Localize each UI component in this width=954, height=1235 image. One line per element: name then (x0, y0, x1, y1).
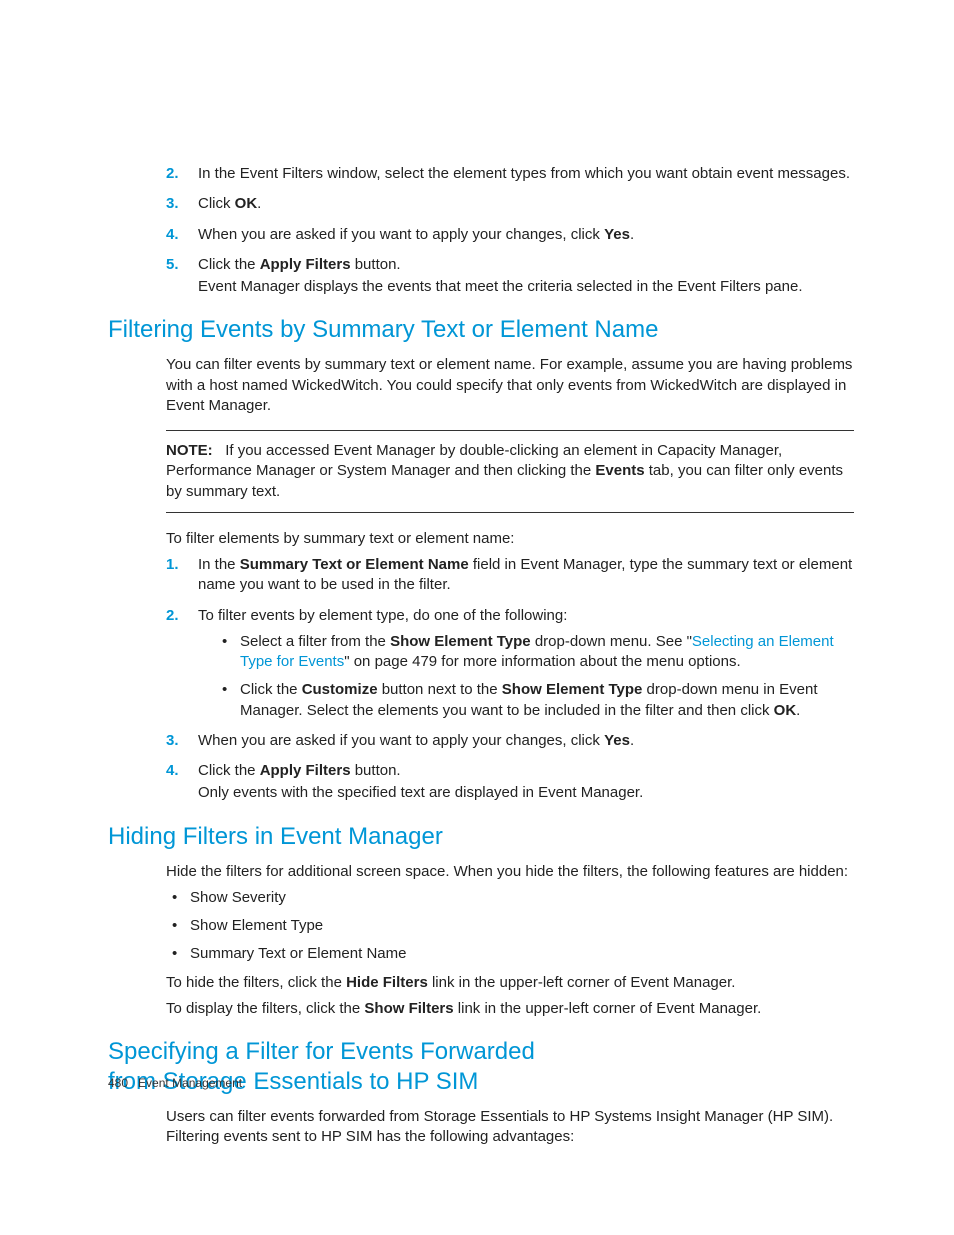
note-block: NOTE: If you accessed Event Manager by d… (166, 430, 854, 513)
intro-paragraph: Users can filter events forwarded from S… (166, 1107, 854, 1148)
step-text: Click the Apply Filters button. (198, 762, 401, 779)
hide-filters-paragraph: To hide the filters, click the Hide Filt… (166, 973, 854, 993)
list-item: Show Element Type (166, 916, 854, 936)
filter-step-4: Click the Apply Filters button. Only eve… (166, 761, 854, 804)
filter-step-3: When you are asked if you want to apply … (166, 731, 854, 751)
step-followup: Event Manager displays the events that m… (198, 277, 854, 297)
lead-text: To filter elements by summary text or el… (166, 529, 854, 549)
step-3: Click OK. (166, 194, 854, 214)
heading-hiding-filters: Hiding Filters in Event Manager (108, 822, 854, 852)
page-number: 480 (108, 1076, 128, 1090)
step-text: Click the Apply Filters button. (198, 256, 401, 273)
note-text: NOTE: If you accessed Event Manager by d… (166, 442, 843, 500)
list-item: Show Severity (166, 888, 854, 908)
step-text: To filter events by element type, do one… (198, 607, 567, 624)
step-5: Click the Apply Filters button. Event Ma… (166, 255, 854, 298)
intro-paragraph: Hide the filters for additional screen s… (166, 862, 854, 882)
page: In the Event Filters window, select the … (0, 0, 954, 1235)
filter-step-1: In the Summary Text or Element Name fiel… (166, 555, 854, 596)
step-list-filter: In the Summary Text or Element Name fiel… (166, 555, 854, 804)
step-text: When you are asked if you want to apply … (198, 732, 634, 749)
step-text: When you are asked if you want to apply … (198, 226, 634, 243)
step-list-top: In the Event Filters window, select the … (166, 164, 854, 297)
show-filters-paragraph: To display the filters, click the Show F… (166, 999, 854, 1019)
bullet-text: Select a filter from the Show Element Ty… (240, 633, 834, 670)
step-2: In the Event Filters window, select the … (166, 164, 854, 184)
nested-bullets: Select a filter from the Show Element Ty… (216, 632, 854, 721)
list-item: Summary Text or Element Name (166, 944, 854, 964)
step-text: In the Event Filters window, select the … (198, 165, 850, 182)
chapter-name: Event Management (138, 1076, 242, 1090)
step-4: When you are asked if you want to apply … (166, 225, 854, 245)
nested-bullet-2: Click the Customize button next to the S… (216, 680, 854, 721)
page-footer: 480 Event Management (108, 1075, 242, 1091)
step-text: In the Summary Text or Element Name fiel… (198, 556, 852, 593)
intro-paragraph: You can filter events by summary text or… (166, 355, 854, 416)
bullet-text: Click the Customize button next to the S… (240, 681, 818, 718)
nested-bullet-1: Select a filter from the Show Element Ty… (216, 632, 854, 673)
step-followup: Only events with the specified text are … (198, 783, 854, 803)
step-text: Click OK. (198, 195, 261, 212)
filter-step-2: To filter events by element type, do one… (166, 606, 854, 721)
heading-filtering-summary: Filtering Events by Summary Text or Elem… (108, 315, 854, 345)
hidden-features-list: Show Severity Show Element Type Summary … (166, 888, 854, 965)
